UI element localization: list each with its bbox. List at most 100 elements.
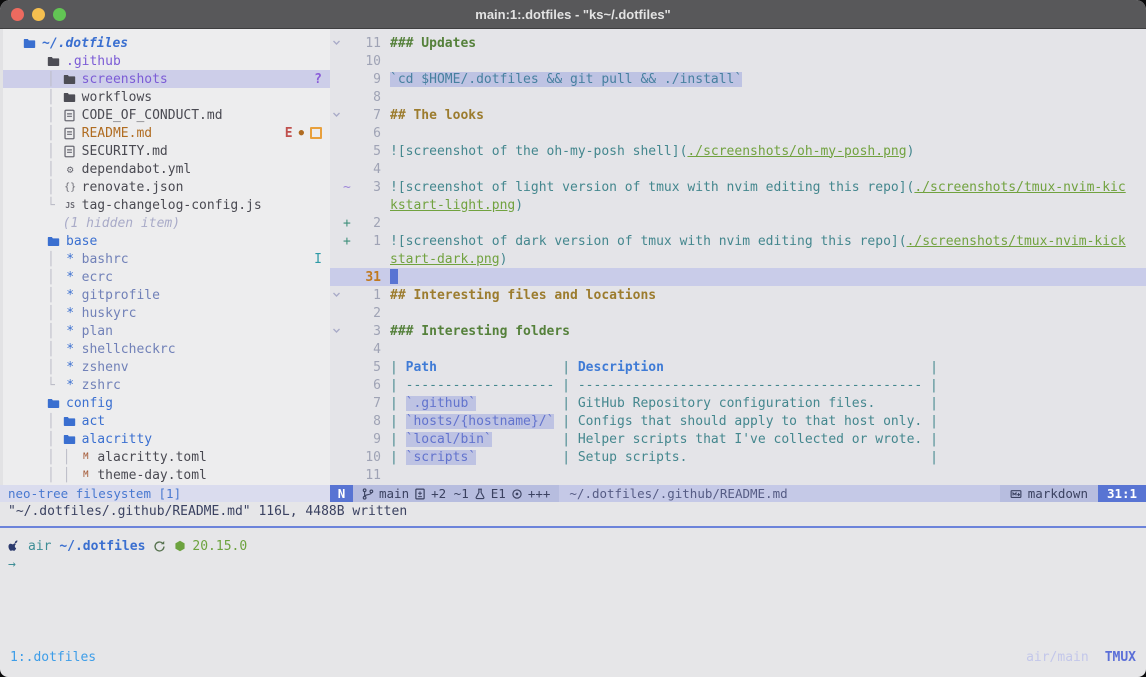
line-number: 7 xyxy=(354,108,381,123)
neo-tree-sidebar[interactable]: ~/.dotfiles.github│ screenshots?│ workfl… xyxy=(0,29,330,485)
tree-item-.github[interactable]: .github xyxy=(3,52,330,70)
editor-line-6[interactable]: 6| ------------------- | ---------------… xyxy=(330,376,1146,394)
editor-line-wrap[interactable]: start-dark.png) xyxy=(330,250,1146,268)
editor-line-31[interactable]: 31 xyxy=(330,268,1146,286)
editor-line-wrap[interactable]: kstart-light.png) xyxy=(330,196,1146,214)
tree-item-ecrc[interactable]: │ *ecrc xyxy=(3,268,330,286)
tree-item-plan[interactable]: │ *plan xyxy=(3,322,330,340)
tmux-pane-shell[interactable]: air ~/.dotfiles 20.15.0 → xyxy=(0,528,1146,573)
window-title: main:1:.dotfiles - "ks~/.dotfiles" xyxy=(475,7,670,22)
zoom-button[interactable] xyxy=(53,8,66,21)
indent-guide: │ xyxy=(47,288,63,303)
editor-line-1[interactable]: 1## Interesting files and locations xyxy=(330,286,1146,304)
gear-icon: ⚙ xyxy=(63,163,78,176)
tree-item-label: ~/.dotfiles xyxy=(42,36,128,51)
line-text: ## Interesting files and locations xyxy=(390,288,656,303)
editor-line-10[interactable]: 10 xyxy=(330,52,1146,70)
titlebar[interactable]: main:1:.dotfiles - "ks~/.dotfiles" xyxy=(0,0,1146,29)
tree-item-tag-changelog-config.js[interactable]: └ JStag-changelog-config.js xyxy=(3,196,330,214)
syntax-code: `local/bin` xyxy=(406,432,492,447)
syntax-text: ) xyxy=(500,252,508,267)
syntax-text: ) xyxy=(515,198,523,213)
tree-item-alacritty.toml[interactable]: │ │ Malacritty.toml xyxy=(3,448,330,466)
syntax-url: ./screenshots/tmux-nvim-kic xyxy=(914,180,1125,195)
close-button[interactable] xyxy=(11,8,24,21)
tree-item-screenshots[interactable]: │ screenshots? xyxy=(3,70,330,88)
tree-item-alacritty[interactable]: │ alacritty xyxy=(3,430,330,448)
tree-item-code-of-conduct.md[interactable]: │ CODE_OF_CONDUCT.md xyxy=(3,106,330,124)
tree-item-renovate.json[interactable]: │ {}renovate.json xyxy=(3,178,330,196)
tree-item-workflows[interactable]: │ workflows xyxy=(3,88,330,106)
tree-item-shellcheckrc[interactable]: │ *shellcheckrc xyxy=(3,340,330,358)
tree-item-label: theme-day.toml xyxy=(97,468,207,483)
editor-line-8[interactable]: 8| `hosts/{hostname}/` | Configs that sh… xyxy=(330,412,1146,430)
tree-item-theme-day.toml[interactable]: │ │ Mtheme-day.toml xyxy=(3,466,330,484)
syntax-plain xyxy=(492,432,562,447)
tree-item-gitprofile[interactable]: │ *gitprofile xyxy=(3,286,330,304)
indent-guide: │ │ xyxy=(47,468,78,483)
shell-input-line[interactable]: → xyxy=(8,555,1146,573)
syntax-plain: Configs that should apply to that host o… xyxy=(578,414,930,429)
editor-line-8[interactable]: 8 xyxy=(330,88,1146,106)
editor-line-7[interactable]: 7## The looks xyxy=(330,106,1146,124)
line-number: 8 xyxy=(354,414,381,429)
editor-buffer[interactable]: 11### Updates109`cd $HOME/.dotfiles && g… xyxy=(330,29,1146,485)
syntax-h2: ## Interesting files and locations xyxy=(390,288,656,303)
line-number: 2 xyxy=(354,306,381,321)
indent-guide xyxy=(47,216,63,231)
editor-line-5[interactable]: 5| Path | Description | xyxy=(330,358,1146,376)
tree-item-huskyrc[interactable]: │ *huskyrc xyxy=(3,304,330,322)
tree-item-config[interactable]: config xyxy=(3,394,330,412)
indent-guide: │ xyxy=(47,270,63,285)
editor-line-4[interactable]: 4 xyxy=(330,160,1146,178)
indent-guide: │ xyxy=(47,342,63,357)
indent-guide: │ xyxy=(47,432,63,447)
editor-line-9[interactable]: 9| `local/bin` | Helper scripts that I'v… xyxy=(330,430,1146,448)
fold-column xyxy=(330,324,343,339)
tmux-window-item[interactable]: 1:.dotfiles xyxy=(10,650,96,665)
tree-item--.dotfiles[interactable]: ~/.dotfiles xyxy=(3,34,330,52)
editor-line-2[interactable]: 2 xyxy=(330,304,1146,322)
editor-line-1[interactable]: +1![screenshot of dark version of tmux w… xyxy=(330,232,1146,250)
editor-line-3[interactable]: 3### Interesting folders xyxy=(330,322,1146,340)
tmux-session-name: air/main xyxy=(1026,650,1089,665)
tmux-status-bar: 1:.dotfiles air/main TMUX xyxy=(0,645,1146,669)
syntax-code: `scripts` xyxy=(406,450,476,465)
tree-item-dependabot.yml[interactable]: │ ⚙dependabot.yml xyxy=(3,160,330,178)
syntax-code: `hosts/{hostname}/` xyxy=(406,414,555,429)
editor-line-6[interactable]: 6 xyxy=(330,124,1146,142)
indent-guide: │ xyxy=(47,72,63,87)
editor-line-2[interactable]: +2 xyxy=(330,214,1146,232)
shell-prompt: air ~/.dotfiles 20.15.0 xyxy=(8,537,1146,555)
editor-line-11[interactable]: 11### Updates xyxy=(330,34,1146,52)
editor-line-4[interactable]: 4 xyxy=(330,340,1146,358)
tree-item-bashrc[interactable]: │ *bashrcI xyxy=(3,250,330,268)
editor-line-3[interactable]: ~3![screenshot of light version of tmux … xyxy=(330,178,1146,196)
indent-guide: │ xyxy=(47,90,63,105)
syntax-plain: Setup scripts. xyxy=(578,450,930,465)
tree-item-readme.md[interactable]: │ README.mdE● xyxy=(3,124,330,142)
line-number: 9 xyxy=(354,72,381,87)
tree-item--1-hidden-item-[interactable]: (1 hidden item) xyxy=(3,214,330,232)
line-number: 3 xyxy=(354,180,381,195)
editor-line-5[interactable]: 5![screenshot of the oh-my-posh shell](.… xyxy=(330,142,1146,160)
tree-item-security.md[interactable]: │ SECURITY.md xyxy=(3,142,330,160)
editor-line-11[interactable]: 11 xyxy=(330,466,1146,484)
editor-line-9[interactable]: 9`cd $HOME/.dotfiles && git pull && ./in… xyxy=(330,70,1146,88)
editor-line-7[interactable]: 7| `.github` | GitHub Repository configu… xyxy=(330,394,1146,412)
syntax-url: start-dark.png xyxy=(390,252,500,267)
badge-mark: I xyxy=(314,252,322,267)
minimize-button[interactable] xyxy=(32,8,45,21)
editor-line-10[interactable]: 10| `scripts` | Setup scripts. | xyxy=(330,448,1146,466)
refresh-icon xyxy=(153,540,166,553)
syntax-delim: | xyxy=(562,450,578,465)
badge-dot: ● xyxy=(299,128,304,138)
tree-item-act[interactable]: │ act xyxy=(3,412,330,430)
tree-item-zshenv[interactable]: │ *zshenv xyxy=(3,358,330,376)
folder-icon xyxy=(63,91,76,104)
tree-item-zshrc[interactable]: └ *zshrc xyxy=(3,376,330,394)
line-text: | `scripts` | Setup scripts. | xyxy=(390,450,938,465)
ast-icon: * xyxy=(63,306,78,321)
syntax-h3: ### Updates xyxy=(390,36,476,51)
tree-item-base[interactable]: base xyxy=(3,232,330,250)
